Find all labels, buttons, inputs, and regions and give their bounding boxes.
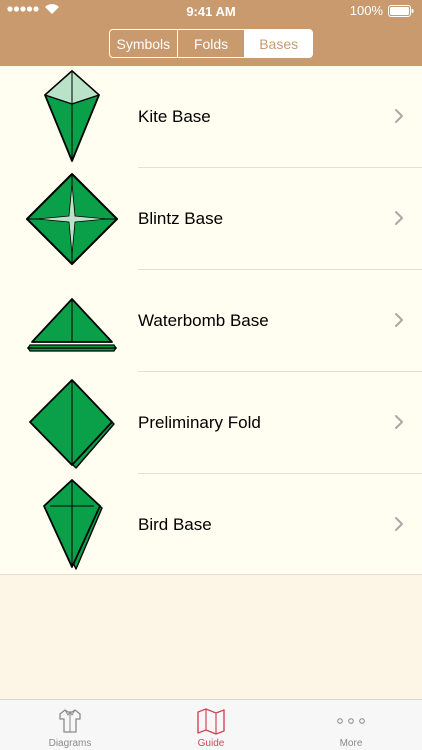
battery-percent: 100% <box>349 3 383 18</box>
list-item-label: Blintz Base <box>138 209 224 228</box>
segmented-control: Symbols Folds Bases <box>109 29 313 58</box>
segment-folds[interactable]: Folds <box>178 30 246 57</box>
bird-base-icon <box>0 474 138 576</box>
kite-base-icon <box>0 66 138 168</box>
list-item-label: Preliminary Fold <box>138 413 261 432</box>
status-bar: 9:41 AM 100% <box>0 0 422 22</box>
tab-bar: Diagrams Guide More <box>0 699 422 750</box>
chevron-right-icon <box>395 313 403 327</box>
tab-label: Diagrams <box>48 738 92 749</box>
tab-guide[interactable]: Guide <box>141 700 281 750</box>
status-right: 100% <box>350 3 414 18</box>
more-icon <box>336 705 366 737</box>
list-item-blintz-base[interactable]: Blintz Base <box>0 168 422 270</box>
chevron-right-icon <box>395 415 403 429</box>
tab-more[interactable]: More <box>281 700 421 750</box>
chevron-right-icon <box>395 517 403 531</box>
segment-symbols[interactable]: Symbols <box>110 30 178 57</box>
waterbomb-base-icon <box>0 270 138 372</box>
preliminary-fold-icon <box>0 372 138 474</box>
list-item-preliminary-fold[interactable]: Preliminary Fold <box>0 372 422 474</box>
map-icon <box>196 705 226 737</box>
list-item-label: Bird Base <box>138 515 212 534</box>
header-bar: 9:41 AM 100% Symbols Folds Bases <box>0 0 422 66</box>
list-item-kite-base[interactable]: Kite Base <box>0 66 422 168</box>
battery-icon <box>388 4 414 17</box>
chevron-right-icon <box>395 211 403 225</box>
segment-bases[interactable]: Bases <box>245 30 312 57</box>
tab-diagrams[interactable]: Diagrams <box>0 700 140 750</box>
shirt-icon <box>56 705 84 737</box>
tab-label: Guide <box>197 738 225 749</box>
blintz-base-icon <box>0 168 138 270</box>
list-item-label: Waterbomb Base <box>138 311 269 330</box>
tab-label: More <box>339 738 363 749</box>
list-item-waterbomb-base[interactable]: Waterbomb Base <box>0 270 422 372</box>
bases-list: Kite Base Blintz Base Waterbomb Base Pre… <box>0 66 422 575</box>
list-item-label: Kite Base <box>138 107 211 126</box>
chevron-right-icon <box>395 109 403 123</box>
list-item-bird-base[interactable]: Bird Base <box>0 474 422 576</box>
